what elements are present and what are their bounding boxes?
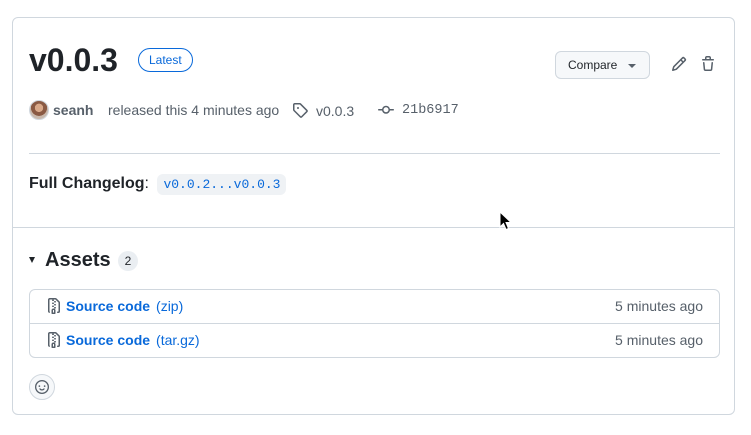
release-title[interactable]: v0.0.3: [29, 40, 118, 80]
asset-ext: (zip): [156, 298, 184, 314]
asset-link-targz[interactable]: Source code (tar.gz): [66, 332, 200, 348]
asset-ext: (tar.gz): [156, 332, 200, 348]
smiley-icon: [35, 380, 49, 394]
commit-link[interactable]: 21b6917: [402, 103, 459, 118]
changelog-compare-link[interactable]: v0.0.2...v0.0.3: [157, 174, 287, 195]
trash-icon: [702, 56, 714, 71]
asset-time: 5 minutes ago: [615, 298, 703, 314]
changelog-separator: :: [144, 175, 149, 192]
author-link[interactable]: seanh: [53, 102, 93, 118]
assets-title: Assets: [45, 249, 111, 271]
pencil-icon: [671, 56, 687, 72]
asset-name: Source code: [66, 298, 151, 314]
compare-button[interactable]: Compare: [555, 51, 650, 79]
avatar[interactable]: [29, 100, 49, 120]
asset-row: Source code (tar.gz) 5 minutes ago: [30, 323, 719, 357]
triangle-down-icon: [29, 257, 35, 263]
mouse-pointer-icon: [499, 211, 512, 231]
changelog: Full Changelog: v0.0.2...v0.0.3: [29, 172, 287, 197]
release-card: v0.0.3 Latest Compare seanh released thi…: [12, 17, 735, 415]
released-text: released this 4 minutes ago: [108, 102, 280, 118]
section-divider: [13, 227, 734, 228]
assets-count-badge: 2: [118, 251, 138, 271]
add-reaction-button[interactable]: [29, 374, 55, 400]
asset-name: Source code: [66, 332, 151, 348]
chevron-down-icon: [628, 64, 636, 68]
asset-link-zip[interactable]: Source code (zip): [66, 298, 183, 314]
asset-row: Source code (zip) 5 minutes ago: [30, 290, 719, 323]
tag-icon: [293, 103, 308, 118]
assets-list: Source code (zip) 5 minutes ago Source co…: [29, 289, 720, 358]
delete-button[interactable]: [698, 54, 718, 74]
compare-label: Compare: [568, 58, 618, 72]
tag-link[interactable]: v0.0.3: [316, 103, 354, 119]
divider: [29, 153, 720, 154]
changelog-label: Full Changelog: [29, 175, 145, 192]
file-zip-icon: [48, 332, 60, 348]
git-commit-icon: [378, 105, 394, 114]
latest-badge: Latest: [138, 48, 193, 72]
asset-time: 5 minutes ago: [615, 332, 703, 348]
edit-button[interactable]: [669, 54, 689, 74]
release-meta: seanh released this 4 minutes ago v0.0.3…: [29, 100, 709, 122]
file-zip-icon: [48, 298, 60, 314]
